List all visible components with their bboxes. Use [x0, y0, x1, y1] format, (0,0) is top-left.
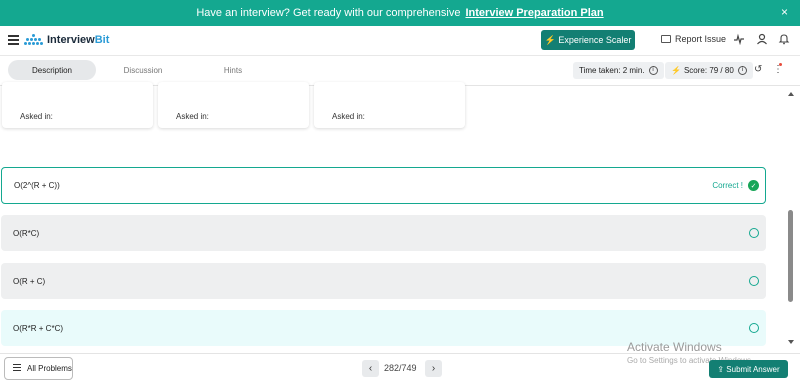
tab-hints[interactable]: Hints: [190, 60, 276, 80]
close-icon[interactable]: ×: [781, 5, 788, 19]
score-info-icon[interactable]: i: [737, 66, 747, 75]
logo-text: Interview: [47, 34, 95, 46]
banner-text: Have an interview? Get ready with our co…: [196, 7, 461, 19]
check-circle-icon: ✓: [748, 180, 759, 191]
tab-discussion[interactable]: Discussion: [100, 60, 186, 80]
notification-dot: [779, 63, 782, 66]
report-issue-button[interactable]: Report Issue: [661, 34, 726, 44]
bell-icon[interactable]: [778, 33, 790, 45]
tab-description[interactable]: Description: [8, 60, 96, 80]
company-card: Asked in:: [2, 82, 153, 128]
option-text: O(2^(R + C)): [14, 181, 60, 190]
activate-windows-watermark: Activate Windows: [627, 340, 722, 354]
list-icon: [13, 364, 21, 373]
refresh-icon[interactable]: ↺: [754, 64, 762, 75]
scroll-up-arrow-icon[interactable]: [788, 92, 794, 96]
answer-option[interactable]: O(R*C): [1, 215, 766, 251]
option-text: O(R*C): [13, 228, 40, 238]
time-info-icon[interactable]: i: [648, 66, 658, 75]
submit-answer-button[interactable]: ⇪ Submit Answer: [709, 360, 788, 378]
answer-option[interactable]: O(R + C): [1, 263, 766, 299]
scroll-down-arrow-icon[interactable]: [788, 340, 794, 344]
logo-text-bit: Bit: [94, 34, 110, 46]
radio-circle-icon[interactable]: [749, 276, 759, 286]
logo-mark-icon: [24, 34, 44, 46]
problem-pager: 282/749: [384, 363, 417, 373]
radio-circle-icon[interactable]: [749, 323, 759, 333]
score-text: Score: 79 / 80: [683, 66, 734, 75]
company-card: Asked in:: [158, 82, 309, 128]
interviewbit-logo[interactable]: InterviewBit: [24, 34, 109, 46]
promo-banner: Have an interview? Get ready with our co…: [0, 0, 800, 26]
time-taken-text: Time taken: 2 min.: [579, 66, 645, 75]
activity-icon[interactable]: [733, 33, 745, 45]
scrollbar-thumb[interactable]: [788, 210, 793, 302]
interview-plan-link[interactable]: Interview Preparation Plan: [465, 7, 603, 19]
next-problem-button[interactable]: ›: [425, 360, 442, 377]
more-options-icon[interactable]: ⋮: [773, 64, 783, 75]
asked-in-label: Asked in:: [332, 112, 365, 121]
lightning-icon: ⚡: [671, 66, 681, 75]
asked-in-label: Asked in:: [20, 112, 53, 121]
prev-problem-button[interactable]: ‹: [362, 360, 379, 377]
page-scrollbar[interactable]: [785, 86, 797, 348]
hamburger-menu-icon[interactable]: [8, 35, 19, 45]
score-badge: ⚡ Score: 79 / 80 i: [665, 62, 753, 79]
all-problems-button[interactable]: All Problems: [4, 357, 73, 380]
radio-circle-icon[interactable]: [749, 228, 759, 238]
company-card: Asked in:: [314, 82, 465, 128]
option-text: O(R*R + C*C): [13, 323, 64, 333]
option-text: O(R + C): [13, 276, 46, 286]
experience-scaler-button[interactable]: ⚡ Experience Scaler: [541, 30, 635, 50]
answer-option-correct[interactable]: O(2^(R + C)) Correct ! ✓: [1, 167, 766, 204]
correct-label: Correct !: [712, 181, 743, 190]
asked-in-label: Asked in:: [176, 112, 209, 121]
all-problems-label: All Problems: [27, 364, 72, 373]
user-icon[interactable]: [756, 33, 768, 45]
time-taken-badge: Time taken: 2 min. i: [573, 62, 664, 79]
report-issue-label: Report Issue: [675, 34, 727, 44]
report-icon: [661, 35, 671, 43]
